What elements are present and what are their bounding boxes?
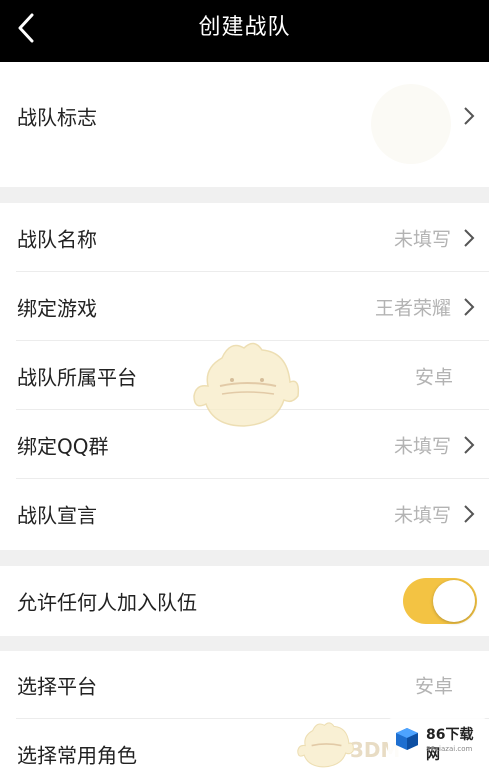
team-name-value: 未填写 [393,228,451,250]
join-permission-section: 允许任何人加入队伍 [0,566,489,636]
allow-anyone-join-row: 允许任何人加入队伍 [0,566,489,636]
team-name-label: 战队名称 [17,227,97,251]
allow-anyone-join-toggle[interactable] [403,578,477,624]
watermark-mascot-small-icon [297,722,354,768]
bind-game-value: 王者荣耀 [374,297,451,319]
team-platform-value: 安卓 [414,366,453,388]
chevron-right-icon [464,107,475,125]
team-logo-label: 战队标志 [17,105,97,130]
bind-game-row[interactable]: 绑定游戏 王者荣耀 [0,272,489,341]
team-name-row[interactable]: 战队名称 未填写 [0,203,489,272]
bind-qq-group-value: 未填写 [393,435,451,457]
select-platform-value: 安卓 [414,675,453,698]
team-logo-row[interactable]: 战队标志 [0,62,489,187]
watermark-86-logo: 86下载网 86xiazai.com [388,718,487,764]
top-bar: 创建战队 [0,0,489,62]
team-slogan-value: 未填写 [393,504,451,526]
select-platform-label: 选择平台 [17,674,97,699]
toggle-knob [433,580,475,622]
team-slogan-label: 战队宣言 [17,503,97,527]
chevron-right-icon [464,228,475,247]
bind-qq-group-label: 绑定QQ群 [17,434,109,458]
team-slogan-row[interactable]: 战队宣言 未填写 [0,479,489,548]
watermark-mascot-icon [193,342,300,427]
watermark-86-text: 86下载网 [426,727,474,763]
team-logo-image[interactable] [371,84,451,164]
team-platform-label: 战队所属平台 [17,365,137,389]
logo-section: 战队标志 [0,62,489,187]
watermark-86-subtext: 86xiazai.com [426,745,473,753]
cube-icon [396,728,418,750]
select-platform-row[interactable]: 选择平台 安卓 [0,651,489,719]
allow-anyone-join-label: 允许任何人加入队伍 [17,590,197,615]
page-title: 创建战队 [198,15,291,40]
select-common-role-label: 选择常用角色 [17,743,137,768]
chevron-right-icon [464,435,475,454]
chevron-right-icon [464,504,475,523]
bind-game-label: 绑定游戏 [17,296,97,320]
chevron-right-icon [464,297,475,316]
